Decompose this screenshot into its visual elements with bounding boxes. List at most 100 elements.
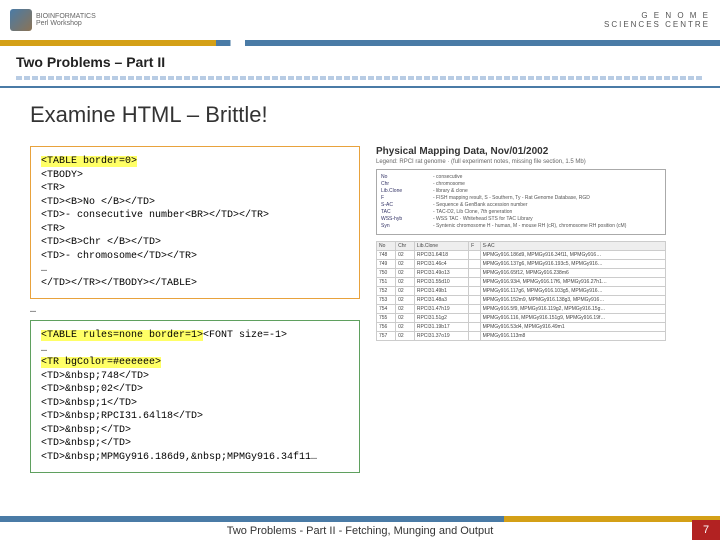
logo-right: G E N O M E SCIENCES CENTRE — [604, 11, 710, 29]
table-cell: RPCI31.55d10 — [414, 278, 468, 287]
table-cell: RPCI31.19b17 — [414, 323, 468, 332]
table-row: 74802RPCI31.64l18MPMGy916.186d9, MPMGy91… — [377, 251, 666, 260]
table-cell — [469, 296, 481, 305]
table-cell — [469, 305, 481, 314]
table-cell: 02 — [396, 269, 415, 278]
table-cell: 02 — [396, 323, 415, 332]
table-cell: 755 — [377, 314, 396, 323]
table-cell: 02 — [396, 314, 415, 323]
table-cell: 752 — [377, 287, 396, 296]
table-cell: MPMGy916.152m9, MPMGy916.138g3, MPMGy916… — [480, 296, 665, 305]
code1-line: … — [41, 264, 47, 275]
table-cell: 02 — [396, 251, 415, 260]
legend-row: Chr- chromosome — [381, 181, 661, 188]
table-row: 75302RPCI31.48a3 MPMGy916.152m9, MPMGy916… — [377, 296, 666, 305]
logo-left-bottom: Perl Workshop — [36, 20, 96, 27]
table-cell — [469, 287, 481, 296]
preview-table: NoChrLib.CloneFS-AC 74802RPCI31.64l18MPM… — [376, 241, 666, 341]
code2-line: <TD>&nbsp;748</TD> — [41, 371, 149, 382]
legend-row: Lib.Clone- library & clone — [381, 188, 661, 195]
code2-line: … — [41, 344, 47, 355]
code1-line: <TD>- chromosome</TD></TR> — [41, 251, 197, 262]
code1-line: <TD><B>Chr </B></TD> — [41, 237, 161, 248]
table-cell: 756 — [377, 323, 396, 332]
table-cell: RPCI31.64l18 — [414, 251, 468, 260]
slide-title: Examine HTML – Brittle! — [30, 102, 690, 128]
table-cell: 748 — [377, 251, 396, 260]
code1-line: <TBODY> — [41, 170, 83, 181]
code1-line: </TD></TR></TBODY></TABLE> — [41, 278, 197, 289]
logo-left: BIOINFORMATICS Perl Workshop — [10, 9, 96, 31]
code2-line: <TD>&nbsp;RPCI31.64l18</TD> — [41, 411, 203, 422]
camel-icon — [10, 9, 32, 31]
table-cell: 02 — [396, 296, 415, 305]
table-cell: 754 — [377, 305, 396, 314]
footer: Two Problems - Part II - Fetching, Mungi… — [0, 516, 720, 540]
table-cell: MPMGy916.93i4, MPMGy916.17f6, MPMGy916.2… — [480, 278, 665, 287]
table-cell — [469, 251, 481, 260]
preview-title: Physical Mapping Data, Nov/01/2002 — [376, 146, 666, 157]
slide-content: Examine HTML – Brittle! <TABLE border=0>… — [0, 88, 720, 489]
preview-panel: Physical Mapping Data, Nov/01/2002 Legen… — [376, 146, 666, 479]
table-cell: MPMGy916.137g6, MPMGy916.193c5, MPMGy916… — [480, 260, 665, 269]
table-cell: RPCI31.37o19 — [414, 332, 468, 341]
table-cell: RPCI31.47h19 — [414, 305, 468, 314]
table-row: 75202RPCI31.49b1 MPMGy916.117g6, MPMGy916… — [377, 287, 666, 296]
table-cell: 753 — [377, 296, 396, 305]
preview-legend: No- consecutiveChr- chromosomeLib.Clone-… — [376, 169, 666, 235]
code1-highlight: <TABLE border=0> — [41, 156, 137, 167]
table-cell — [469, 269, 481, 278]
table-cell: 750 — [377, 269, 396, 278]
logo-right-bottom: SCIENCES CENTRE — [604, 20, 710, 29]
table-cell: MPMGy916.113m8 — [480, 332, 665, 341]
code2-line: <TD>&nbsp;</TD> — [41, 425, 131, 436]
code-box-2: <TABLE rules=none border=1><FONT size=-1… — [30, 320, 360, 473]
col-header: Chr — [396, 242, 415, 251]
table-cell — [469, 332, 481, 341]
page-number: 7 — [692, 520, 720, 540]
table-cell: 02 — [396, 278, 415, 287]
table-row: 75102RPCI31.55d10 MPMGy916.93i4, MPMGy916… — [377, 278, 666, 287]
table-row: 75602RPCI31.19b17MPMGy916.53d4, MPMGy916… — [377, 323, 666, 332]
table-cell: MPMGy916.117g6, MPMGy916.103g5, MPMGy916… — [480, 287, 665, 296]
logo-right-top: G E N O M E — [604, 11, 710, 20]
code2-line: <TD>&nbsp;1</TD> — [41, 398, 137, 409]
legend-row: TAC- TAC-D2, Lib Clone, 7th generation — [381, 209, 661, 216]
table-cell: RPCI31.46c4 — [414, 260, 468, 269]
table-cell — [469, 314, 481, 323]
code1-line: <TD><B>No </B></TD> — [41, 197, 155, 208]
table-row: 74902RPCI31.46c4 MPMGy916.137g6, MPMGy916… — [377, 260, 666, 269]
table-cell: 749 — [377, 260, 396, 269]
table-header-row: NoChrLib.CloneFS-AC — [377, 242, 666, 251]
table-cell: RPCI31.49o13 — [414, 269, 468, 278]
ellipsis: … — [30, 305, 360, 316]
table-cell: 02 — [396, 287, 415, 296]
col-header: F — [469, 242, 481, 251]
table-cell: RPCI31.51g2 — [414, 314, 468, 323]
top-bar: BIOINFORMATICS Perl Workshop G E N O M E… — [0, 0, 720, 40]
table-row: 75502RPCI31.51g2 MPMGy916.116, MPMGy916.1… — [377, 314, 666, 323]
table-row: 75002RPCI31.49o13MPMGy916.65f12, MPMGy91… — [377, 269, 666, 278]
table-cell: 751 — [377, 278, 396, 287]
header-band — [0, 40, 720, 46]
code-column: <TABLE border=0> <TBODY> <TR> <TD><B>No … — [30, 146, 360, 479]
table-cell: 02 — [396, 260, 415, 269]
table-row: 75702RPCI31.37o19MPMGy916.113m8 — [377, 332, 666, 341]
col-header: No — [377, 242, 396, 251]
col-header: Lib.Clone — [414, 242, 468, 251]
code1-line: <TD>- consecutive number<BR></TD></TR> — [41, 210, 269, 221]
table-cell: RPCI31.49b1 — [414, 287, 468, 296]
legend-row: WSS-hyb- WSS TAC · Whitehead STS for TAC… — [381, 216, 661, 223]
preview-subtitle: Legend: RPCI rat genome · (full experime… — [376, 159, 666, 165]
code-box-1: <TABLE border=0> <TBODY> <TR> <TD><B>No … — [30, 146, 360, 299]
breadcrumb: Two Problems – Part II — [0, 48, 720, 88]
table-cell — [469, 278, 481, 287]
table-cell: 757 — [377, 332, 396, 341]
table-cell: 02 — [396, 305, 415, 314]
table-row: 75402RPCI31.47h19MPMGy916.5f9, MPMGy916.… — [377, 305, 666, 314]
legend-row: S-AC- Sequence & GenBank accession numbe… — [381, 202, 661, 209]
table-cell: RPCI31.48a3 — [414, 296, 468, 305]
table-cell — [469, 323, 481, 332]
code2-line: <TD>&nbsp;MPMGy916.186d9,&nbsp;MPMGy916.… — [41, 452, 317, 463]
table-cell: MPMGy916.116, MPMGy916.151g9, MPMGy916.1… — [480, 314, 665, 323]
